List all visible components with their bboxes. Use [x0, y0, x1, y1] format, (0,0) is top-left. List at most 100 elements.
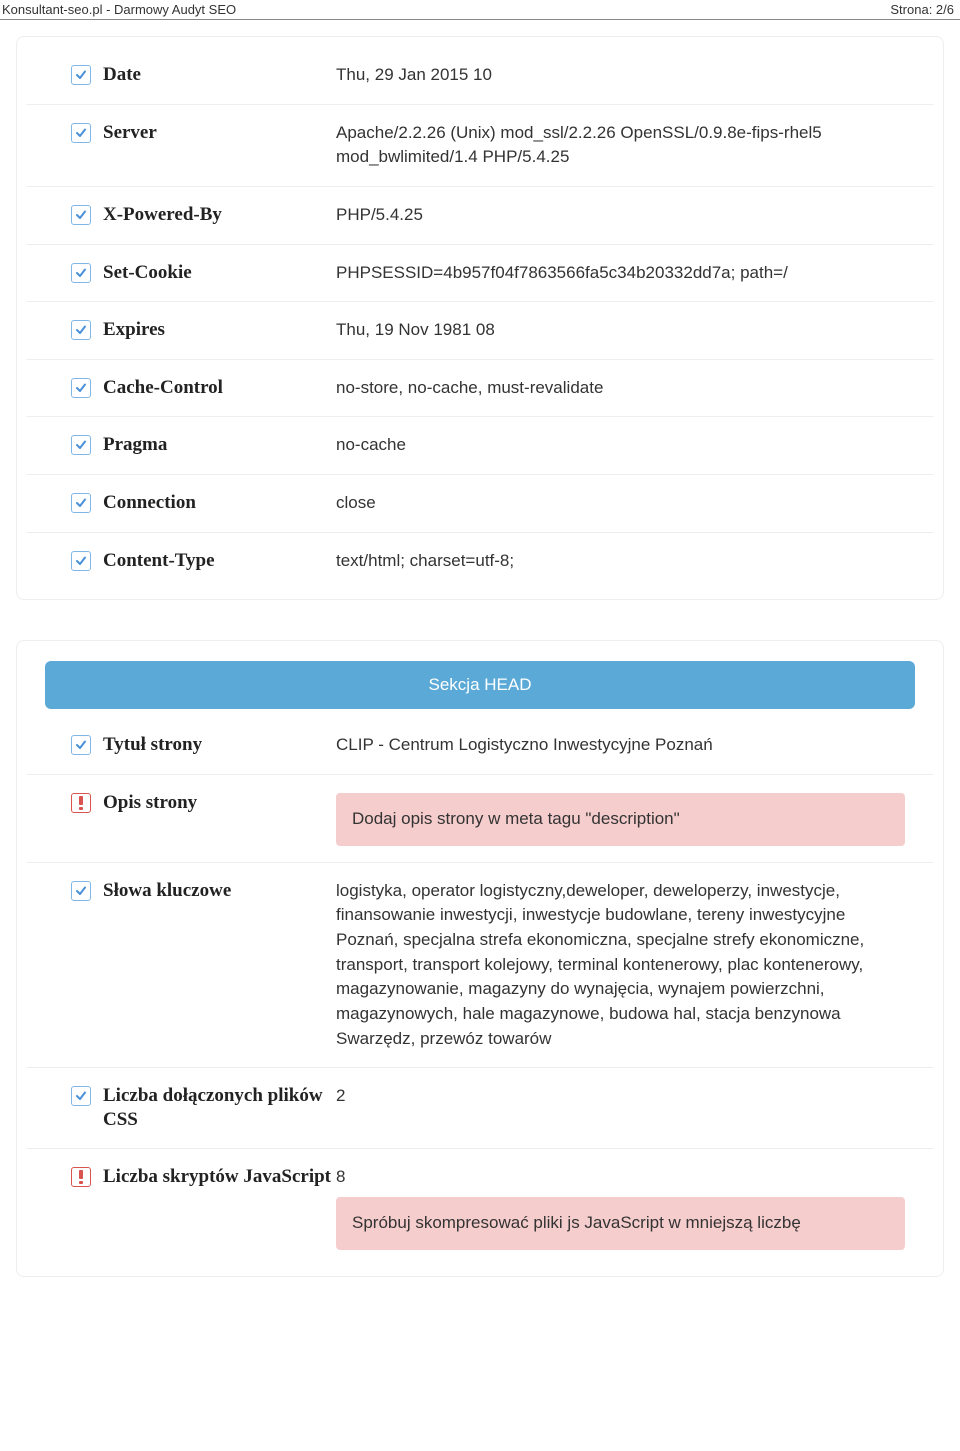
label-column: Cache-Control: [71, 376, 336, 400]
label-column: X-Powered-By: [71, 203, 336, 227]
status-ok-icon: [71, 378, 91, 398]
row-label: Expires: [103, 318, 165, 342]
check-icon: [75, 885, 87, 897]
value-column: Dodaj opis strony w meta tagu "descripti…: [336, 791, 905, 846]
check-icon: [75, 267, 87, 279]
audit-row: Content-Typetext/html; charset=utf-8;: [27, 533, 933, 590]
audit-row: Server Apache/2.2.26 (Unix) mod_ssl/2.2.2…: [27, 105, 933, 187]
check-icon: [75, 324, 87, 336]
audit-row: Słowa kluczowe logistyka, operator logist…: [27, 863, 933, 1068]
warning-message: Dodaj opis strony w meta tagu "descripti…: [336, 793, 905, 846]
audit-row: X-Powered-By PHP/5.4.25: [27, 187, 933, 245]
status-ok-icon: [71, 435, 91, 455]
value-column: no-cache: [336, 433, 905, 458]
value-column: Apache/2.2.26 (Unix) mod_ssl/2.2.26 Open…: [336, 121, 905, 170]
row-label: Pragma: [103, 433, 167, 457]
row-value: CLIP - Centrum Logistyczno Inwestycyjne …: [336, 733, 905, 758]
status-ok-icon: [71, 1086, 91, 1106]
label-column: Liczba skryptów JavaScript: [71, 1165, 336, 1189]
status-error-icon: [71, 1167, 91, 1187]
label-column: Liczba dołączonych plików CSS: [71, 1084, 336, 1132]
status-ok-icon: [71, 65, 91, 85]
check-icon: [75, 555, 87, 567]
label-column: Opis strony: [71, 791, 336, 815]
row-label: Date: [103, 63, 141, 87]
label-column: Słowa kluczowe: [71, 879, 336, 903]
header-left: Konsultant-seo.pl - Darmowy Audyt SEO: [2, 2, 236, 17]
label-column: Tytuł strony: [71, 733, 336, 757]
head-section-card: Sekcja HEAD Tytuł stronyCLIP - Centrum L…: [16, 640, 944, 1277]
audit-row: Opis strony Dodaj opis strony w meta tagu…: [27, 775, 933, 863]
row-label: Cache-Control: [103, 376, 223, 400]
value-column: logistyka, operator logistyczny,dewelope…: [336, 879, 905, 1051]
check-icon: [75, 127, 87, 139]
row-label: Liczba skryptów JavaScript: [103, 1165, 331, 1189]
value-column: PHPSESSID=4b957f04f7863566fa5c34b20332dd…: [336, 261, 905, 286]
label-column: Content-Type: [71, 549, 336, 573]
audit-row: Pragma no-cache: [27, 417, 933, 475]
status-ok-icon: [71, 205, 91, 225]
audit-row: Expires Thu, 19 Nov 1981 08: [27, 302, 933, 360]
audit-row: Cache-Control no-store, no-cache, must-re…: [27, 360, 933, 418]
check-icon: [75, 1090, 87, 1102]
status-ok-icon: [71, 123, 91, 143]
check-icon: [75, 69, 87, 81]
row-value: close: [336, 491, 905, 516]
row-label: Tytuł strony: [103, 733, 202, 757]
value-column: CLIP - Centrum Logistyczno Inwestycyjne …: [336, 733, 905, 758]
label-column: Date: [71, 63, 336, 87]
audit-row: Tytuł strony CLIP - Centrum Logistyczno I…: [27, 717, 933, 775]
row-value: 2: [336, 1084, 905, 1109]
header-right: Strona: 2/6: [890, 2, 954, 17]
alert-icon: [76, 1170, 86, 1184]
check-icon: [75, 439, 87, 451]
check-icon: [75, 382, 87, 394]
status-error-icon: [71, 793, 91, 813]
value-column: no-store, no-cache, must-revalidate: [336, 376, 905, 401]
row-value: logistyka, operator logistyczny,dewelope…: [336, 879, 905, 1051]
audit-row: Connection close: [27, 475, 933, 533]
row-label: Connection: [103, 491, 196, 515]
warning-message: Spróbuj skompresować pliki js JavaScript…: [336, 1197, 905, 1250]
value-column: PHP/5.4.25: [336, 203, 905, 228]
status-ok-icon: [71, 735, 91, 755]
check-icon: [75, 209, 87, 221]
status-ok-icon: [71, 493, 91, 513]
status-ok-icon: [71, 551, 91, 571]
audit-row: Set-Cookie PHPSESSID=4b957f04f7863566fa5c…: [27, 245, 933, 303]
row-value: 8: [336, 1165, 905, 1190]
value-column: 2: [336, 1084, 905, 1109]
row-value: Apache/2.2.26 (Unix) mod_ssl/2.2.26 Open…: [336, 121, 905, 170]
check-icon: [75, 739, 87, 751]
row-label: Opis strony: [103, 791, 197, 815]
status-ok-icon: [71, 881, 91, 901]
http-headers-card: Date Thu, 29 Jan 2015 10 Server Apache/2.2.…: [16, 36, 944, 600]
audit-row: Liczba skryptów JavaScript8 Spróbuj skomp…: [27, 1149, 933, 1266]
label-column: Pragma: [71, 433, 336, 457]
row-label: Set-Cookie: [103, 261, 192, 285]
row-label: X-Powered-By: [103, 203, 222, 227]
label-column: Set-Cookie: [71, 261, 336, 285]
row-label: Słowa kluczowe: [103, 879, 231, 903]
status-ok-icon: [71, 320, 91, 340]
audit-row: Date Thu, 29 Jan 2015 10: [27, 47, 933, 105]
check-icon: [75, 497, 87, 509]
row-value: no-store, no-cache, must-revalidate: [336, 376, 905, 401]
row-value: PHP/5.4.25: [336, 203, 905, 228]
label-column: Expires: [71, 318, 336, 342]
label-column: Server: [71, 121, 336, 145]
row-label: Liczba dołączonych plików CSS: [103, 1084, 336, 1132]
value-column: text/html; charset=utf-8;: [336, 549, 905, 574]
row-value: Thu, 29 Jan 2015 10: [336, 63, 905, 88]
value-column: close: [336, 491, 905, 516]
value-column: 8 Spróbuj skompresować pliki js JavaScrip…: [336, 1165, 905, 1250]
value-column: Thu, 19 Nov 1981 08: [336, 318, 905, 343]
row-value: text/html; charset=utf-8;: [336, 549, 905, 574]
status-ok-icon: [71, 263, 91, 283]
value-column: Thu, 29 Jan 2015 10: [336, 63, 905, 88]
page-header: Konsultant-seo.pl - Darmowy Audyt SEO St…: [0, 0, 960, 20]
row-label: Server: [103, 121, 157, 145]
row-value: Thu, 19 Nov 1981 08: [336, 318, 905, 343]
audit-row: Liczba dołączonych plików CSS2: [27, 1068, 933, 1149]
row-value: PHPSESSID=4b957f04f7863566fa5c34b20332dd…: [336, 261, 905, 286]
